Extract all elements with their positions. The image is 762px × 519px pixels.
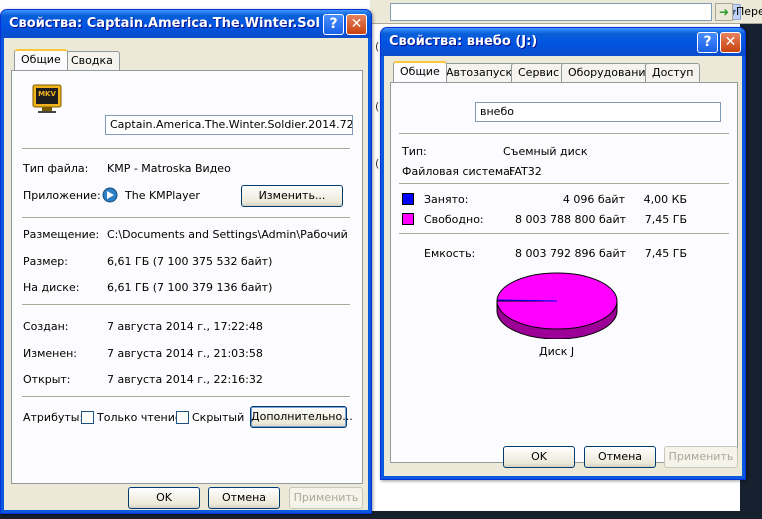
application-value: The KMPlayer (125, 189, 200, 202)
attributes-label: Атрибуты: (23, 411, 84, 424)
removable-drive-icon (407, 97, 439, 121)
tab-autoplay[interactable]: Автозапуск (439, 63, 520, 82)
drive-properties-titlebar[interactable]: Свойства: внебо (J:) ? ✕ (381, 28, 745, 56)
opened-value: 7 августа 2014 г., 22:16:32 (107, 373, 263, 386)
separator (22, 396, 350, 398)
background-toolbar: ▼ ➜ Пере (370, 0, 762, 24)
file-name-field[interactable]: Captain.America.The.Winter.Soldier.2014.… (105, 115, 353, 135)
drive-properties-window: Свойства: внебо (J:) ? ✕ Общие Автозапус… (380, 27, 746, 480)
hidden-label[interactable]: Скрытый (192, 411, 244, 424)
free-space-swatch (402, 213, 414, 225)
separator (399, 233, 729, 235)
ok-button[interactable]: OK (503, 446, 575, 468)
location-label: Размещение: (23, 228, 100, 241)
hidden-checkbox[interactable] (176, 411, 189, 424)
window-title: Свойства: Captain.America.The.Winter.Sol… (9, 16, 319, 31)
used-space-swatch (402, 193, 414, 205)
tab-tools[interactable]: Сервис (511, 63, 567, 82)
separator (399, 183, 729, 185)
modified-label: Изменен: (23, 347, 78, 360)
tab-summary[interactable]: Сводка (64, 51, 120, 70)
window-client: Общие Сводка MKV Captain.America.The.Win… (4, 38, 368, 510)
background-address-combo[interactable]: ▼ (390, 3, 741, 21)
close-button[interactable]: ✕ (346, 14, 367, 35)
cancel-button[interactable]: Отмена (584, 446, 656, 468)
size-on-disk-value: 6,61 ГБ (7 100 379 136 байт) (107, 281, 273, 294)
general-tab-panel: MKV Captain.America.The.Winter.Soldier.2… (11, 70, 363, 484)
separator (22, 217, 350, 219)
free-space-short: 7,45 ГБ (644, 213, 687, 226)
size-on-disk-label: На диске: (23, 281, 80, 294)
drive-type-label: Тип: (402, 145, 427, 158)
go-arrow-icon[interactable]: ➜ (715, 3, 733, 21)
application-label: Приложение: (23, 189, 101, 202)
mkv-file-icon: MKV (30, 81, 64, 115)
size-label: Размер: (23, 255, 68, 268)
file-system-value: FAT32 (509, 165, 542, 178)
size-value: 6,61 ГБ (7 100 375 532 байт) (107, 255, 273, 268)
drive-type-value: Съемный диск (503, 145, 588, 158)
window-client: Общие Автозапуск Сервис Оборудование Дос… (384, 56, 742, 476)
opened-label: Открыт: (23, 373, 71, 386)
file-properties-window: Свойства: Captain.America.The.Winter.Sol… (0, 9, 372, 514)
apply-button[interactable]: Применить (289, 487, 363, 509)
file-type-value: KMP - Matroska Видео (107, 162, 231, 175)
tab-general[interactable]: Общие (393, 61, 447, 82)
created-value: 7 августа 2014 г., 17:22:48 (107, 320, 263, 333)
tab-general[interactable]: Общие (14, 49, 68, 70)
separator (22, 304, 350, 306)
readonly-label[interactable]: Только чтение (97, 411, 182, 424)
change-application-button[interactable]: Изменить... (241, 185, 343, 207)
ok-button[interactable]: OK (128, 487, 200, 509)
background-mark: ( (375, 157, 380, 170)
background-mark: ( (375, 100, 380, 113)
file-properties-titlebar[interactable]: Свойства: Captain.America.The.Winter.Sol… (1, 10, 371, 38)
help-button[interactable]: ? (323, 14, 344, 35)
capacity-bytes: 8 003 792 896 байт (515, 247, 627, 260)
separator (399, 133, 729, 135)
cancel-button[interactable]: Отмена (208, 487, 280, 509)
used-space-bytes: 4 096 байт (562, 193, 625, 206)
created-label: Создан: (23, 320, 69, 333)
readonly-checkbox[interactable] (81, 411, 94, 424)
used-space-label: Занято: (424, 193, 469, 206)
advanced-attributes-button[interactable]: Дополнительно... (250, 406, 353, 428)
volume-name-field[interactable]: внебо (475, 102, 721, 122)
background-go-label[interactable]: Пере (736, 5, 762, 18)
general-tab-panel: внебо Тип: Съемный диск Файловая система… (390, 82, 738, 463)
window-title: Свойства: внебо (J:) (389, 34, 538, 49)
free-space-bytes: 8 003 788 800 байт (515, 213, 627, 226)
apply-button[interactable]: Применить (664, 446, 738, 468)
mkv-icon-label: MKV (38, 90, 56, 98)
location-value: C:\Documents and Settings\Admin\Рабочий … (107, 228, 347, 241)
capacity-label: Емкость: (424, 247, 476, 260)
file-system-label: Файловая система: (402, 165, 514, 178)
free-space-label: Свободно: (424, 213, 484, 226)
background-mark: ( (375, 40, 380, 53)
kmplayer-icon (102, 187, 118, 203)
tab-sharing[interactable]: Доступ (645, 63, 701, 82)
separator (22, 148, 350, 150)
help-button[interactable]: ? (697, 32, 718, 53)
disk-usage-pie (493, 267, 621, 340)
file-type-label: Тип файла: (23, 162, 89, 175)
capacity-short: 7,45 ГБ (644, 247, 687, 260)
modified-value: 7 августа 2014 г., 21:03:58 (107, 347, 263, 360)
disk-caption: Диск J (539, 345, 575, 358)
close-button[interactable]: ✕ (720, 32, 741, 53)
used-space-short: 4,00 КБ (643, 193, 687, 206)
